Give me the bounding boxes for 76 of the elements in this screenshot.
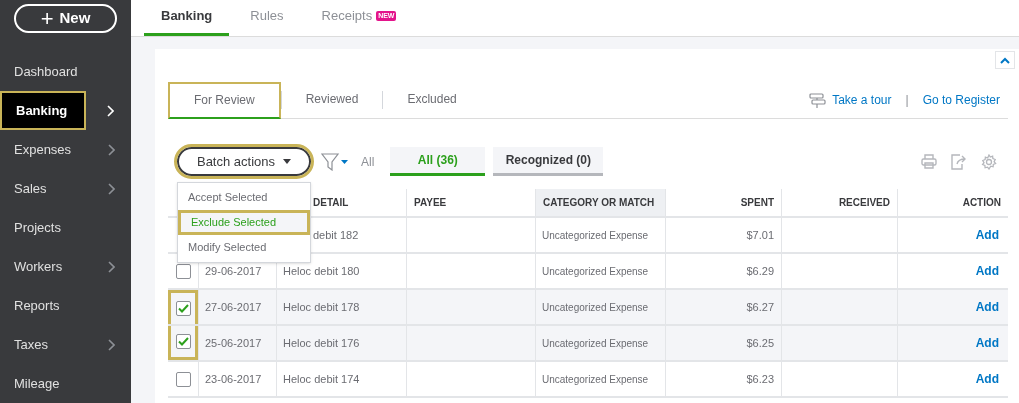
signpost-icon [809,91,827,109]
spent-cell-text: $6.29 [746,263,774,279]
row-checkbox[interactable] [175,301,191,316]
row-checkbox[interactable] [175,371,191,387]
detail-cell-text: debit 182 [313,227,359,243]
column-header[interactable]: PAYEE [414,195,447,210]
column-header[interactable]: ACTION [962,195,1001,210]
category-cell-text: Uncategorized Expense [542,300,649,315]
spent-cell-text: $6.27 [746,299,774,315]
add-link[interactable]: Add [975,226,999,244]
review-tab[interactable]: Reviewed [281,81,383,119]
date-cell-text: 27-06-2017 [205,299,262,315]
column-header[interactable]: RECEIVED [838,195,890,210]
sidebar-item[interactable]: Taxes [0,325,131,364]
chevron-right-icon [107,143,115,156]
sidebar-item[interactable]: Workers [0,247,131,286]
spent-cell-text: $6.23 [746,371,774,387]
category-cell-text: Uncategorized Expense [542,336,649,351]
sidebar-item[interactable]: Sales [0,169,131,208]
new-button[interactable]: + New [14,4,117,33]
sidebar-item[interactable]: Projects [0,208,131,247]
review-tab[interactable]: Excluded [383,81,481,119]
link-separator: | [905,92,909,109]
table-row[interactable]: 23-06-2017 Heloc debit 174 Uncategorized Expense $6.23 Add [168,362,1008,398]
menu-item[interactable]: Accept Selected [178,185,310,210]
chevron-right-icon [107,338,115,351]
menu-item[interactable]: Exclude Selected [178,210,310,235]
check-icon [177,304,189,313]
add-link[interactable]: Add [975,262,999,280]
spent-cell-text: $6.25 [746,335,774,351]
add-link[interactable]: Add [975,370,999,388]
go-to-register-link[interactable]: Go to Register [922,91,1000,109]
date-cell-text: 25-06-2017 [205,335,262,351]
chevron-right-icon [106,104,115,117]
chevron-up-icon [1000,56,1010,64]
sidebar-item[interactable]: Dashboard [0,52,131,91]
detail-cell-text: Heloc debit 178 [283,299,360,315]
spent-cell-text: $7.01 [746,227,774,243]
chevron-right-icon [107,260,115,273]
row-checkbox[interactable] [175,263,191,279]
caret-down-icon [283,159,291,164]
filter-tab[interactable]: Recognized (0) [493,147,604,176]
row-checkbox[interactable] [175,334,191,349]
category-cell-text: Uncategorized Expense [542,228,649,243]
date-cell-text: 29-06-2017 [205,263,262,279]
filter-icon[interactable] [321,152,349,171]
add-link[interactable]: Add [975,298,999,316]
check-icon [177,337,189,346]
detail-cell-text: Heloc debit 180 [283,263,360,279]
filter-label: All [361,153,375,171]
table-row[interactable]: 29-06-2017 Heloc debit 180 Uncategorized Expense $6.29 Add [168,254,1008,290]
add-link[interactable]: Add [975,334,999,352]
detail-cell-text: Heloc debit 174 [283,371,360,387]
category-cell-text: Uncategorized Expense [542,264,649,279]
column-header[interactable]: CATEGORY OR MATCH [543,195,655,210]
filter-tab[interactable]: All (36) [390,147,486,176]
column-header[interactable]: DETAIL [313,195,349,210]
sidebar-item[interactable]: Expenses [0,130,131,169]
settings-icon[interactable] [981,153,997,170]
collapse-button[interactable] [995,51,1015,69]
detail-cell-text: Heloc debit 176 [283,335,360,351]
print-icon[interactable] [921,154,937,169]
review-tab[interactable]: For Review [168,81,281,119]
table-row[interactable]: 25-06-2017 Heloc debit 176 Uncategorized Expense $6.25 Add [168,326,1008,362]
batch-actions-button[interactable]: Batch actions [177,147,311,176]
top-tab[interactable]: Rules [233,0,301,36]
sidebar-item[interactable]: Mileage [0,364,131,403]
category-cell-text: Uncategorized Expense [542,372,649,387]
table-row[interactable]: 27-06-2017 Heloc debit 178 Uncategorized Expense $6.27 Add [168,290,1008,326]
top-tab[interactable]: Banking [144,0,230,36]
sidebar-item[interactable]: Reports [0,286,131,325]
chevron-right-icon [107,182,115,195]
export-icon[interactable] [951,153,967,170]
take-tour-link[interactable]: Take a tour [832,91,892,109]
date-cell-text: 23-06-2017 [205,371,262,387]
column-header[interactable]: SPENT [740,195,774,210]
